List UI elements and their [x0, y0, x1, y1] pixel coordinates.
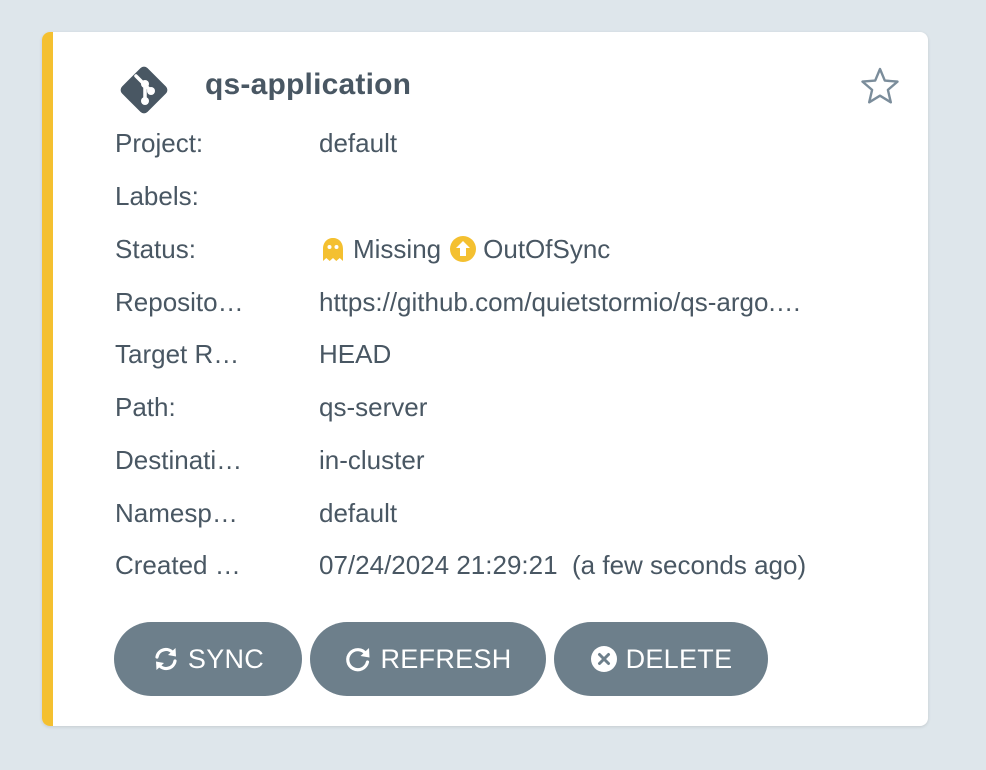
delete-button-label: DELETE — [625, 643, 733, 674]
refresh-button[interactable]: REFRESH — [310, 622, 546, 696]
app-title[interactable]: qs-application — [205, 68, 411, 102]
project-value: default — [319, 127, 398, 158]
target-revision-value: HEAD — [319, 338, 392, 369]
namespace-row: Namesp… default — [115, 493, 397, 533]
path-label: Path: — [115, 391, 176, 422]
created-value: 07/24/2024 21:29:21 (a few seconds ago) — [319, 549, 807, 580]
repository-row: Reposito… https://github.com/quietstormi… — [115, 282, 802, 322]
created-label: Created … — [115, 549, 241, 580]
path-value: qs-server — [319, 391, 428, 422]
sync-button-label: SYNC — [187, 643, 265, 674]
namespace-value: default — [319, 497, 398, 528]
destination-row: Destinati… in-cluster — [115, 440, 424, 480]
project-label: Project: — [115, 127, 204, 158]
repository-label: Reposito… — [115, 286, 244, 317]
labels-row: Labels: — [115, 176, 319, 216]
status-accent-bar — [42, 32, 53, 726]
target-revision-label: Target R… — [115, 338, 240, 369]
arrow-up-circle-icon — [450, 236, 477, 262]
created-row: Created … 07/24/2024 21:29:21 (a few sec… — [115, 545, 806, 585]
refresh-icon — [346, 648, 370, 672]
namespace-label: Namesp… — [115, 497, 238, 528]
project-row: Project: default — [115, 123, 397, 163]
status-value: Missing OutOfSync — [319, 234, 610, 265]
sync-status: OutOfSync — [483, 233, 611, 264]
destination-value: in-cluster — [319, 444, 425, 475]
ghost-icon — [323, 238, 343, 261]
sync-button[interactable]: SYNC — [114, 622, 302, 696]
git-branch-icon — [120, 66, 168, 114]
repository-value[interactable]: https://github.com/quietstormio/qs-argo.… — [319, 287, 802, 318]
status-row: Status: Missing OutOfSync — [115, 229, 610, 269]
times-circle-icon — [590, 646, 617, 672]
health-status: Missing — [353, 233, 442, 264]
delete-button[interactable]: DELETE — [554, 622, 768, 696]
refresh-button-label: REFRESH — [380, 643, 512, 674]
path-row: Path: qs-server — [115, 387, 427, 427]
target-revision-row: Target R… HEAD — [115, 334, 391, 374]
application-card[interactable]: qs-application Project: default Labels: … — [42, 32, 928, 726]
destination-label: Destinati… — [115, 444, 243, 475]
labels-label: Labels: — [115, 180, 199, 211]
status-label: Status: — [115, 233, 196, 264]
sync-icon — [155, 647, 177, 671]
star-outline-icon[interactable] — [860, 66, 900, 106]
